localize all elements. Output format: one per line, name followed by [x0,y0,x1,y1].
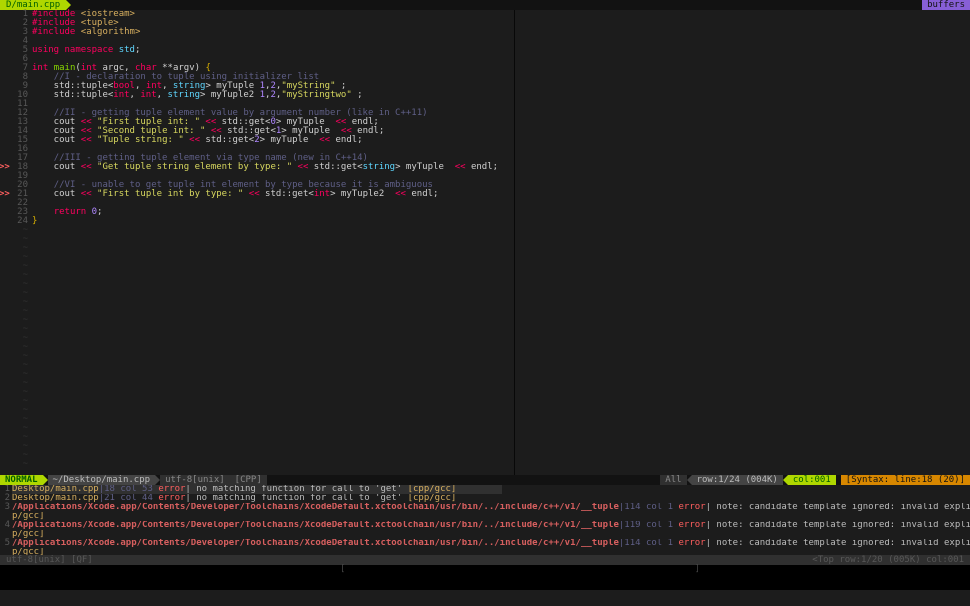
loclist-row[interactable]: 3/Applications/Xcode.app/Contents/Develo… [0,503,970,512]
code-line[interactable]: cout << "First tuple int by type: " << s… [32,190,514,199]
loclist-row-continuation: p/gcc] [0,512,970,521]
loclist-row[interactable]: 1Desktop/main.cpp|18 col 53 error| no ma… [0,485,970,494]
code-pane-left[interactable]: #include <iostream>#include <tuple>#incl… [32,10,514,475]
line-number-gutter: 123456789101112131415161718192021222324~… [0,10,32,475]
code-line[interactable]: return 0; [32,208,514,217]
loclist-row-continuation: p/gcc] [0,530,970,539]
scroll-indicator: [] [0,565,970,574]
file-segment: ~/Desktop/main.cpp [48,475,156,485]
command-area[interactable]: [] [0,565,970,590]
tilde: ~ [0,460,28,469]
filetype-segment: [CPP] [230,475,267,485]
code-line[interactable]: #include <algorithm> [32,28,514,37]
code-line[interactable]: cout << "Get tuple string element by typ… [32,163,514,172]
buffers-indicator[interactable]: buffers [922,0,970,10]
qf-encoding: utf-8[unix] [QF] [6,556,93,565]
code-line[interactable] [32,199,514,208]
loclist-row[interactable]: 2Desktop/main.cpp|21 col 44 error| no ma… [0,494,970,503]
code-line[interactable]: std::tuple<int, int, string> myTuple2 1,… [32,91,514,100]
code-pane-right[interactable] [515,10,970,475]
loclist-row-continuation: p/gcc] [0,548,970,555]
loclist-row[interactable]: 5/Applications/Xcode.app/Contents/Develo… [0,539,970,548]
location-list[interactable]: 1Desktop/main.cpp|18 col 53 error| no ma… [0,485,970,555]
editor-area[interactable]: 123456789101112131415161718192021222324~… [0,10,970,475]
quickfix-statusline: utf-8[unix] [QF] <Top row:1/20 (005K) co… [0,555,970,565]
statusline: NORMAL ~/Desktop/main.cpp utf-8[unix] [C… [0,475,970,485]
tab-label: D/main.cpp [6,1,60,10]
code-line[interactable]: using namespace std; [32,46,514,55]
column-segment: col:001 [788,475,836,485]
percent-segment: All [660,475,686,485]
loclist-row[interactable]: 4/Applications/Xcode.app/Contents/Develo… [0,521,970,530]
qf-position: <Top row:1/20 (005K) col:001 [812,556,964,565]
tab-active[interactable]: D/main.cpp [0,0,66,10]
position-segment: row:1/24 (004K) [692,475,783,485]
syntastic-segment: [Syntax: line:18 (20)] [841,475,970,485]
tabline: D/main.cpp buffers [0,0,970,10]
buffers-label: buffers [927,1,965,10]
encoding-segment: utf-8[unix] [160,475,230,485]
code-line[interactable]: } [32,217,514,226]
mode-indicator: NORMAL [0,475,43,485]
code-line[interactable]: cout << "Tuple string: " << std::get<2> … [32,136,514,145]
